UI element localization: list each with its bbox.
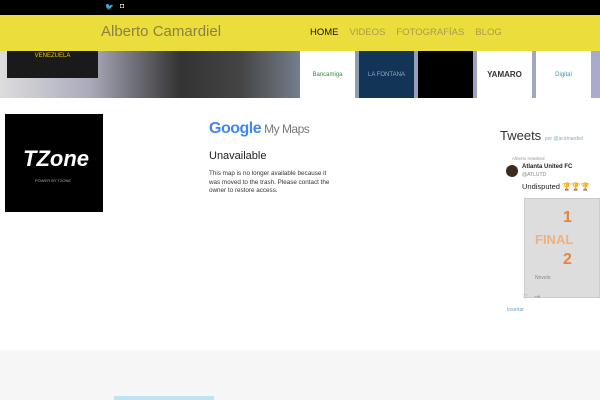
sponsor-yamaro[interactable]: YAMARO xyxy=(477,51,532,98)
share-icon[interactable]: ⇥ xyxy=(534,294,540,301)
google-maps-embed: Google My Maps Unavailable This map is no… xyxy=(209,120,339,196)
unavailable-message: This map is no longer available because … xyxy=(209,170,330,194)
nav-blog[interactable]: BLOG xyxy=(475,27,501,38)
footer-image xyxy=(114,396,214,400)
tweet-author[interactable]: Atlanta United FC xyxy=(522,164,572,170)
tweet-actions: ♡ ⇥ xyxy=(522,293,540,301)
nav-videos[interactable]: VIDEOS xyxy=(350,27,386,38)
twitter-icon[interactable]: 🐦 xyxy=(105,3,114,11)
sponsor-digital[interactable]: Digital xyxy=(536,51,591,98)
nav-home[interactable]: HOME xyxy=(310,27,339,38)
twitter-timeline: Tweets por @acamardiel Alberto retwitted… xyxy=(500,128,600,318)
hero-banner: VENEZUELA Bancamiga LA FONTANA YAMARO Di… xyxy=(0,51,600,98)
main-nav: HOME VIDEOS FOTOGRAFÍAS BLOG xyxy=(310,27,502,38)
google-my-maps-logo: Google My Maps xyxy=(209,120,310,137)
header: Alberto Camardiel HOME VIDEOS FOTOGRAFÍA… xyxy=(0,15,600,51)
tweet-media[interactable]: 1 FINAL 2 Novelo xyxy=(524,198,600,298)
banner-logo: VENEZUELA xyxy=(7,51,98,78)
sponsor-strip: Bancamiga LA FONTANA YAMARO Digital xyxy=(300,51,591,98)
like-icon[interactable]: ♡ xyxy=(522,294,528,301)
retweet-label: Alberto retwitted xyxy=(512,156,545,161)
site-title[interactable]: Alberto Camardiel xyxy=(101,23,221,40)
nav-fotografias[interactable]: FOTOGRAFÍAS xyxy=(396,27,464,38)
tweets-title: Tweets por @acamardiel xyxy=(500,128,583,143)
sponsor-black[interactable] xyxy=(418,51,473,98)
tweet-text: Undisputed 🏆🏆🏆 xyxy=(522,182,591,191)
unavailable-title: Unavailable xyxy=(209,150,267,162)
avatar[interactable] xyxy=(506,165,518,177)
sponsor-la-fontana[interactable]: LA FONTANA xyxy=(359,51,414,98)
embed-link[interactable]: Insertar xyxy=(507,307,524,313)
top-bar: 🐦 ◘ xyxy=(0,0,600,15)
instagram-icon[interactable]: ◘ xyxy=(120,3,124,10)
tzone-logo[interactable]: TZone POWER BY TZONE xyxy=(5,114,103,212)
sponsor-bancamiga[interactable]: Bancamiga xyxy=(300,51,355,98)
footer-section xyxy=(0,350,600,400)
tweet-handle[interactable]: @ATLUTD xyxy=(522,172,546,178)
